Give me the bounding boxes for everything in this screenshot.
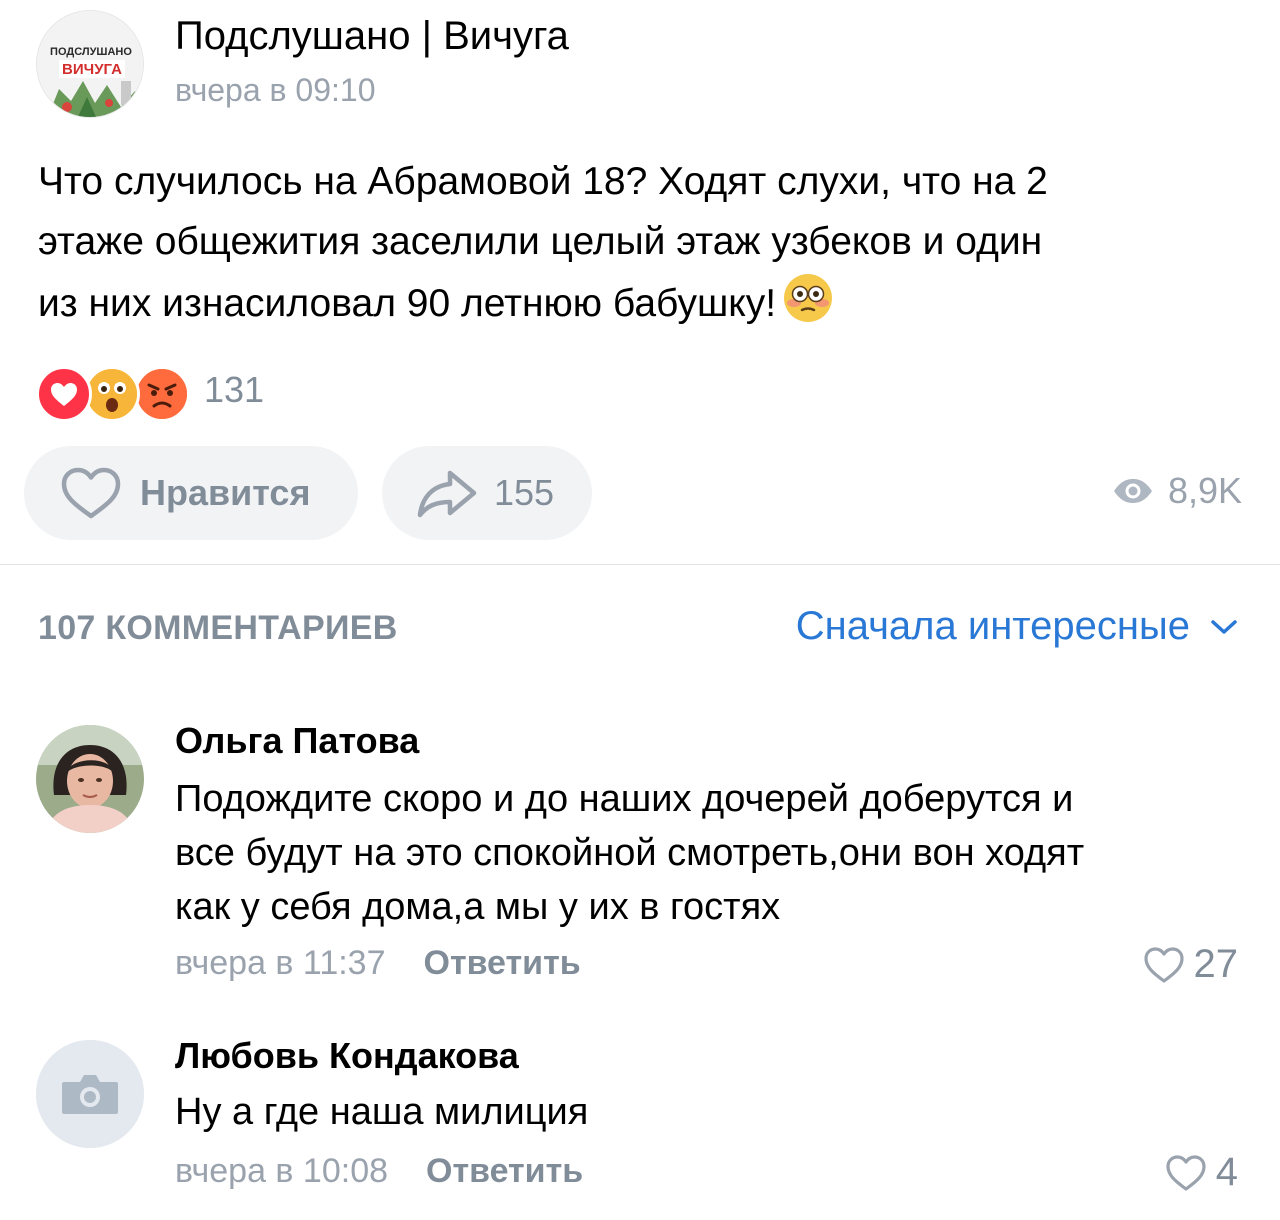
chevron-down-icon	[1211, 619, 1237, 634]
post-text: Что случилось на Абрамовой 18? Ходят слу…	[38, 152, 1258, 334]
like-button[interactable]: Нравится	[24, 446, 358, 540]
post-text-line: из них изнасиловал 90 летнюю бабушку!	[38, 272, 1258, 334]
comment-like-button[interactable]: 4	[1164, 1150, 1238, 1195]
heart-outline-icon	[1143, 946, 1184, 983]
comment-text: Подождите скоро и до наших дочерей добер…	[175, 772, 1255, 934]
views-counter: 8,9K	[1112, 470, 1242, 512]
share-arrow-icon	[417, 470, 477, 518]
sort-label: Сначала интересные	[795, 604, 1190, 648]
comment-like-button[interactable]: 27	[1142, 942, 1239, 987]
heart-outline-icon	[61, 467, 121, 519]
avatar[interactable]	[36, 1040, 144, 1148]
post-text-line: этаже общежития заселили целый этаж узбе…	[38, 220, 1043, 263]
comment-like-count: 4	[1215, 1150, 1238, 1194]
post-timestamp[interactable]: вчера в 09:10	[175, 72, 375, 109]
reactions-summary[interactable]	[36, 366, 190, 422]
share-button[interactable]: 155	[382, 446, 592, 540]
divider	[0, 564, 1280, 565]
comments-sort-dropdown[interactable]: Сначала интересные	[796, 604, 1238, 649]
comment-meta: вчера в 11:37 Ответить	[175, 944, 581, 983]
angry-face-reaction-icon	[134, 366, 190, 422]
flushed-face-emoji	[784, 274, 833, 322]
logo-line2-text: ВИЧУГА	[62, 61, 122, 78]
comments-count: 107 КОММЕНТАРИЕВ	[38, 609, 398, 647]
comment-meta: вчера в 10:08 Ответить	[175, 1152, 583, 1191]
post-text-line: Что случилось на Абрамовой 18? Ходят слу…	[38, 160, 1048, 203]
comment-timestamp[interactable]: вчера в 11:37	[175, 944, 386, 983]
heart-reaction-icon	[36, 366, 92, 422]
comment-text-line: Подождите скоро и до наших дочерей добер…	[175, 778, 1074, 820]
comment-author[interactable]: Любовь Кондакова	[175, 1035, 519, 1077]
comment-text: Ну а где наша милиция	[175, 1085, 1255, 1139]
reply-button[interactable]: Ответить	[426, 1152, 583, 1191]
group-name-link[interactable]: Подслушано | Вичуга	[175, 14, 569, 59]
reply-button[interactable]: Ответить	[424, 944, 581, 983]
group-avatar[interactable]: ПОДСЛУШАНО ВИЧУГА	[36, 10, 144, 118]
heart-outline-icon	[1166, 1154, 1206, 1191]
group-logo-image: ПОДСЛУШАНО ВИЧУГА	[37, 11, 143, 117]
logo-line1-text: ПОДСЛУШАНО	[50, 46, 132, 58]
comment-timestamp[interactable]: вчера в 10:08	[175, 1152, 388, 1191]
views-count: 8,9K	[1167, 470, 1242, 511]
comment-text-line: как у себя дома,а мы у их в гостях	[175, 886, 781, 928]
reactions-count[interactable]: 131	[204, 369, 264, 411]
avatar[interactable]	[36, 725, 144, 833]
comment-text-line: Ну а где наша милиция	[175, 1091, 589, 1133]
share-count: 155	[494, 472, 555, 513]
camera-icon	[36, 1040, 144, 1148]
eye-icon	[1113, 479, 1152, 503]
comment-text-line: все будут на это спокойной смотреть,они …	[175, 832, 1085, 874]
user-photo-image	[36, 725, 144, 833]
shocked-face-reaction-icon	[84, 366, 140, 422]
comment-like-count: 27	[1193, 942, 1239, 986]
comment-author[interactable]: Ольга Патова	[175, 720, 419, 762]
like-button-label: Нравится	[140, 472, 311, 513]
